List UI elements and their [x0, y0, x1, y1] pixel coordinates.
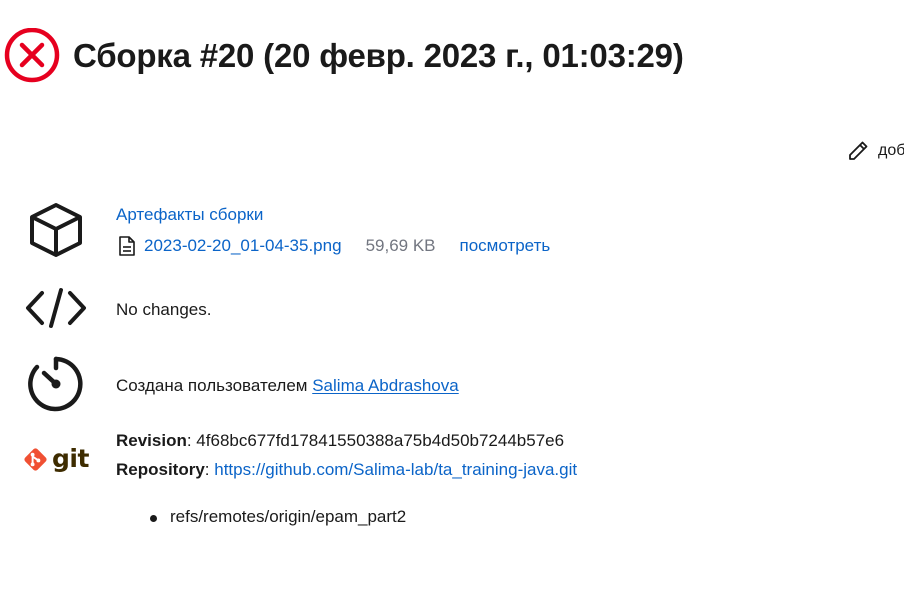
- branch-item: refs/remotes/origin/epam_part2: [146, 507, 406, 527]
- git-logo-text: git: [52, 444, 89, 473]
- repository-url-link[interactable]: https://github.com/Salima-lab/ta_trainin…: [214, 460, 577, 479]
- git-repository: Repository: https://github.com/Salima-la…: [116, 460, 577, 480]
- artifact-item: 2023-02-20_01-04-35.png 59,69 KB посмотр…: [118, 236, 550, 256]
- timer-icon: [22, 355, 90, 413]
- branch-list: refs/remotes/origin/epam_part2: [146, 507, 406, 527]
- document-icon: [119, 236, 135, 256]
- build-failed-icon: [3, 27, 61, 84]
- repository-label: Repository: [116, 460, 205, 479]
- package-box-icon: [22, 201, 90, 257]
- build-cause-prefix: Создана пользователем: [116, 376, 313, 395]
- artifact-file-link[interactable]: 2023-02-20_01-04-35.png: [144, 236, 342, 256]
- build-cause: Создана пользователем Salima Abdrashova: [116, 376, 459, 396]
- pencil-icon: [849, 141, 868, 160]
- edit-description-button[interactable]: доб: [846, 139, 904, 163]
- page-title: Сборка #20 (20 февр. 2023 г., 01:03:29): [73, 37, 684, 74]
- revision-value: : 4f68bc677fd17841550388a75b4d50b7244b57…: [186, 431, 565, 450]
- artifact-view-link[interactable]: посмотреть: [460, 236, 551, 256]
- user-link[interactable]: Salima Abdrashova: [312, 376, 458, 395]
- edit-description-label: доб: [878, 142, 904, 159]
- revision-label: Revision: [116, 431, 187, 450]
- build-artifacts-link[interactable]: Артефакты сборки: [116, 205, 263, 225]
- repository-separator: :: [204, 460, 215, 479]
- git-revision: Revision: 4f68bc677fd17841550388a75b4d50…: [116, 431, 564, 451]
- no-changes-text: No changes.: [116, 300, 212, 319]
- code-brackets-icon: [22, 287, 90, 329]
- git-logo-icon: git: [22, 445, 89, 473]
- artifact-file-size: 59,69 KB: [365, 236, 436, 255]
